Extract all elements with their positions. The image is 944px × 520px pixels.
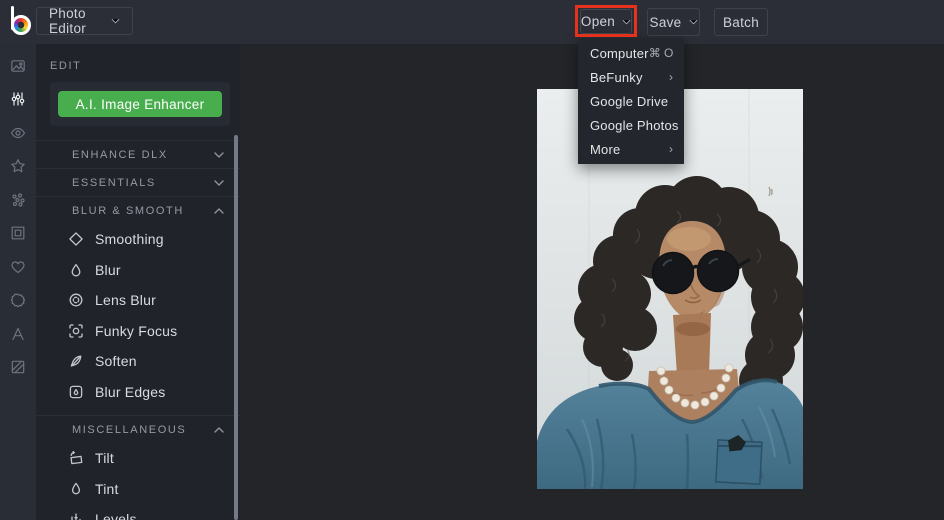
menu-item-computer[interactable]: Computer ⌘ O bbox=[578, 41, 684, 65]
tool-label: Smoothing bbox=[95, 231, 164, 248]
befunky-logo[interactable] bbox=[9, 5, 35, 37]
logo-color-wheel bbox=[11, 15, 31, 35]
submenu-arrow-icon: › bbox=[669, 142, 673, 156]
section-miscellaneous[interactable]: MISCELLANEOUS bbox=[36, 415, 240, 443]
rail-artsy-icon[interactable] bbox=[0, 183, 36, 217]
menu-item-google-photos[interactable]: Google Photos bbox=[578, 113, 684, 137]
tool-label: Levels bbox=[95, 511, 137, 520]
panel-sections: ENHANCE DLX ESSENTIALS BLUR & SMOOTH Smo… bbox=[36, 140, 240, 520]
chevron-down-icon bbox=[689, 19, 698, 25]
tool-label: Blur bbox=[95, 261, 121, 278]
tool-lens-blur[interactable]: Lens Blur bbox=[36, 285, 240, 316]
tool-label: Lens Blur bbox=[95, 292, 156, 309]
section-label: MISCELLANEOUS bbox=[72, 423, 187, 436]
tool-blur[interactable]: Blur bbox=[36, 255, 240, 286]
chevron-up-icon bbox=[214, 426, 224, 433]
rail-graphics-heart-icon[interactable] bbox=[0, 250, 36, 284]
section-label: ENHANCE DLX bbox=[72, 148, 168, 161]
rail-adjustments-icon[interactable] bbox=[0, 83, 36, 117]
app-switcher-button[interactable]: Photo Editor bbox=[36, 6, 133, 36]
section-enhance-dlx[interactable]: ENHANCE DLX bbox=[36, 140, 240, 168]
section-blur-smooth[interactable]: BLUR & SMOOTH bbox=[36, 196, 240, 224]
panel-title: EDIT bbox=[50, 60, 82, 72]
save-button[interactable]: Save bbox=[647, 8, 700, 36]
rail-overlays-badge-icon[interactable] bbox=[0, 284, 36, 318]
rail-photo-icon[interactable] bbox=[0, 49, 36, 83]
tool-label: Soften bbox=[95, 353, 137, 370]
app-switcher-label: Photo Editor bbox=[49, 6, 87, 36]
menu-item-label: BeFunky bbox=[590, 69, 643, 85]
menu-item-label: Google Drive bbox=[590, 93, 669, 109]
rail-text-icon[interactable] bbox=[0, 317, 36, 351]
chevron-down-icon bbox=[111, 18, 120, 24]
levels-icon bbox=[71, 513, 81, 520]
ai-enhancer-card: A.I. Image Enhancer bbox=[50, 82, 230, 126]
open-dropdown-menu: Computer ⌘ O BeFunky › Google Drive Goog… bbox=[578, 38, 684, 164]
tool-smoothing[interactable]: Smoothing bbox=[36, 224, 240, 255]
tool-tilt[interactable]: Tilt bbox=[36, 443, 240, 474]
section-label: ESSENTIALS bbox=[72, 176, 156, 189]
open-button[interactable]: Open bbox=[580, 9, 632, 34]
batch-button-label: Batch bbox=[722, 14, 760, 30]
section-essentials[interactable]: ESSENTIALS bbox=[36, 168, 240, 196]
menu-item-label: More bbox=[590, 141, 621, 157]
lens-blur-icon bbox=[69, 293, 83, 307]
rail-textures-icon[interactable] bbox=[0, 351, 36, 385]
tool-label: Tilt bbox=[95, 450, 114, 467]
chevron-down-icon bbox=[214, 151, 224, 158]
tool-label: Tint bbox=[95, 480, 119, 497]
chevron-down-icon bbox=[622, 19, 631, 25]
menu-item-shortcut: ⌘ O bbox=[648, 46, 674, 60]
section-label: BLUR & SMOOTH bbox=[72, 204, 184, 217]
save-button-label: Save bbox=[649, 14, 682, 30]
edit-panel: EDIT A.I. Image Enhancer ENHANCE DLX ESS… bbox=[36, 44, 240, 520]
tool-tint[interactable]: Tint bbox=[36, 474, 240, 505]
menu-item-more[interactable]: More › bbox=[578, 137, 684, 161]
menu-item-label: Google Photos bbox=[590, 117, 679, 133]
tool-label: Funky Focus bbox=[95, 322, 178, 339]
tint-droplet-icon bbox=[71, 482, 81, 495]
panel-scrollbar[interactable] bbox=[234, 135, 238, 520]
blur-droplet-icon bbox=[71, 263, 81, 277]
rail-frames-icon[interactable] bbox=[0, 217, 36, 251]
tool-blur-edges[interactable]: Blur Edges bbox=[36, 377, 240, 408]
open-button-label: Open bbox=[580, 14, 616, 29]
topbar: Photo Editor Open Save Batch bbox=[0, 0, 944, 44]
funky-focus-icon bbox=[69, 324, 83, 338]
smoothing-diamond-icon bbox=[69, 232, 83, 246]
tool-label: Blur Edges bbox=[95, 383, 166, 400]
rail-effects-star-icon[interactable] bbox=[0, 150, 36, 184]
blur-edges-icon bbox=[69, 385, 83, 398]
batch-button[interactable]: Batch bbox=[714, 8, 768, 36]
rail-touchup-eye-icon[interactable] bbox=[0, 116, 36, 150]
menu-item-google-drive[interactable]: Google Drive bbox=[578, 89, 684, 113]
tool-soften[interactable]: Soften bbox=[36, 346, 240, 377]
submenu-arrow-icon: › bbox=[669, 70, 673, 84]
tilt-icon bbox=[70, 451, 83, 465]
ai-image-enhancer-button[interactable]: A.I. Image Enhancer bbox=[58, 91, 222, 117]
menu-item-befunky[interactable]: BeFunky › bbox=[578, 65, 684, 89]
tool-levels[interactable]: Levels bbox=[36, 504, 240, 520]
tool-rail bbox=[0, 44, 36, 520]
chevron-down-icon bbox=[214, 179, 224, 186]
soften-feather-icon bbox=[70, 355, 82, 367]
chevron-up-icon bbox=[214, 207, 224, 214]
menu-item-label: Computer bbox=[590, 45, 649, 61]
tool-funky-focus[interactable]: Funky Focus bbox=[36, 316, 240, 347]
